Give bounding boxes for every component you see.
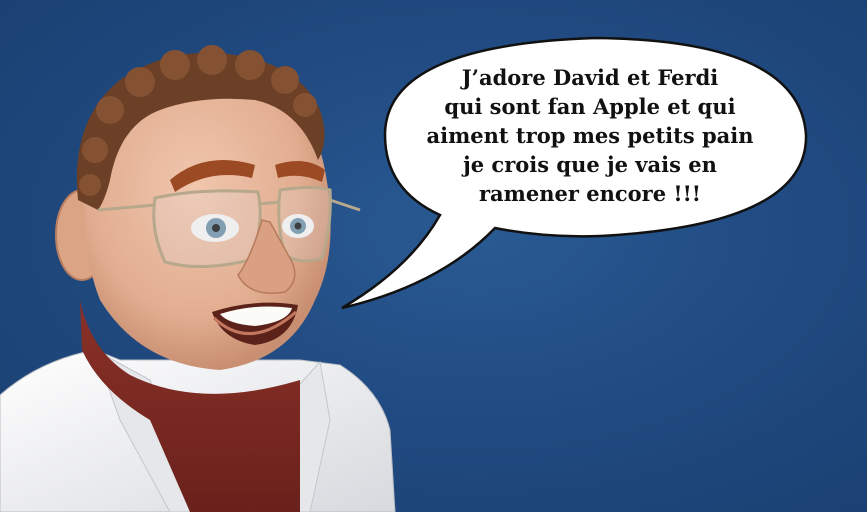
bubble-line: J’adore David et Ferdi bbox=[461, 64, 719, 90]
bubble-line: ramener encore !!! bbox=[478, 180, 702, 206]
speech-bubble-text: J’adore David et Ferdi qui sont fan Appl… bbox=[400, 60, 780, 210]
meme-scene: J’adore David et Ferdi qui sont fan Appl… bbox=[0, 0, 867, 512]
bubble-line: je crois que je vais en bbox=[463, 151, 717, 177]
bubble-line: aiment trop mes petits pain bbox=[426, 122, 754, 148]
bubble-line: qui sont fan Apple et qui bbox=[444, 93, 736, 119]
